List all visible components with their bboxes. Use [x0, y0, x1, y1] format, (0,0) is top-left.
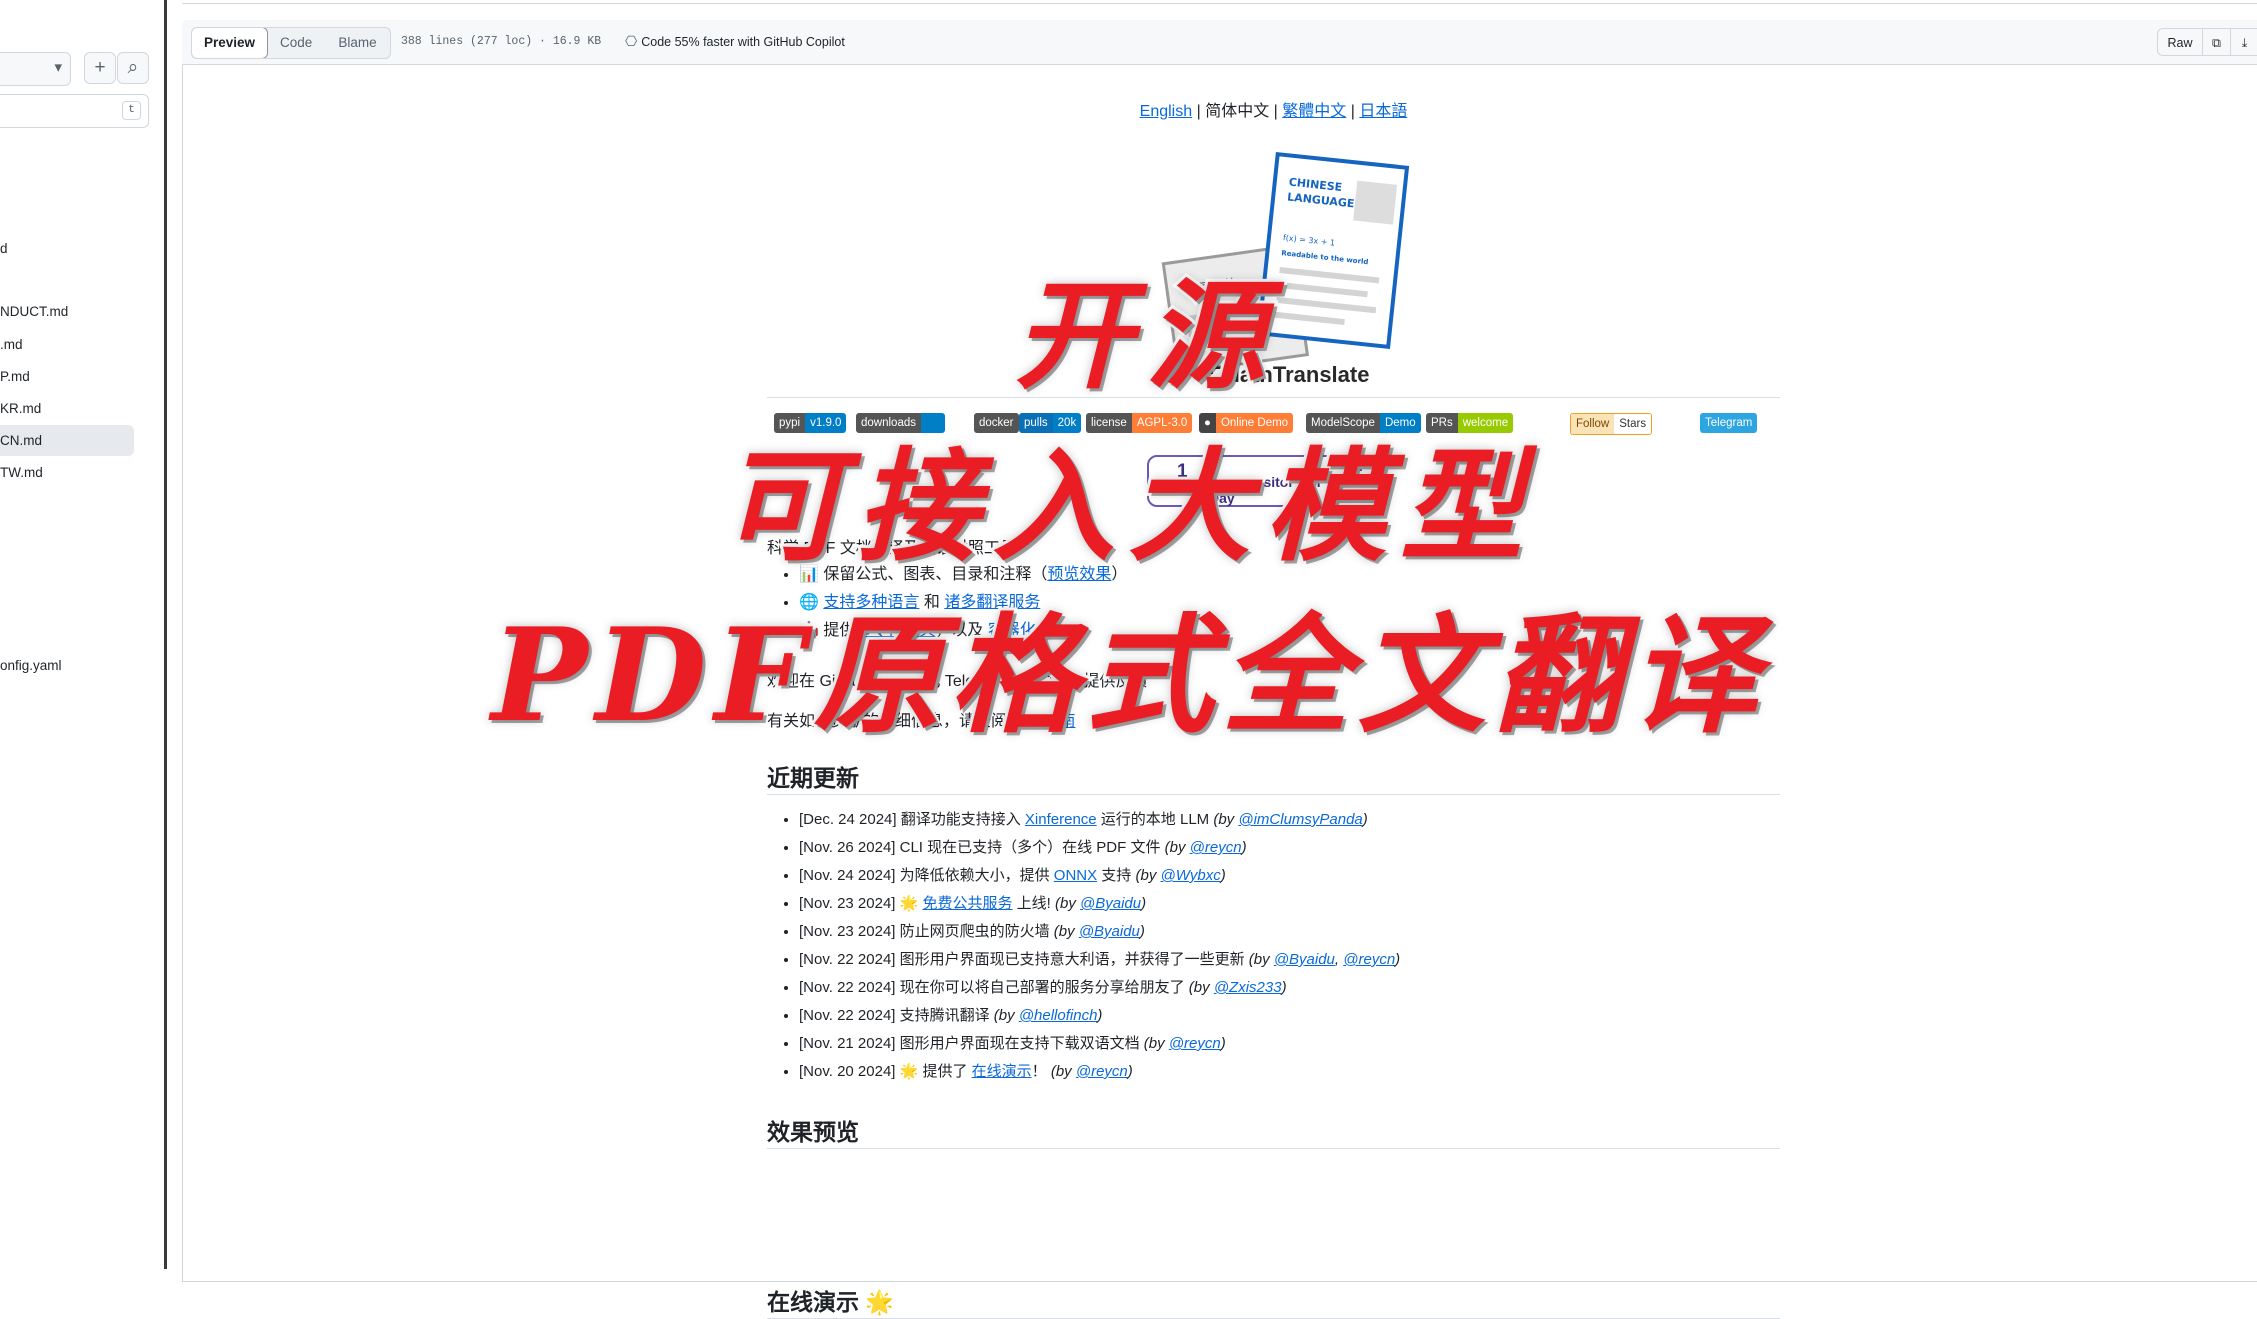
separator: | [1269, 103, 1283, 120]
top-divider [182, 0, 2257, 4]
copilot-text: Code 55% faster with GitHub Copilot [641, 35, 845, 49]
user-link[interactable]: @Wybxc [1161, 867, 1221, 884]
heading-updates: 近期更新 [767, 765, 859, 791]
tab-code[interactable]: Code [267, 28, 325, 58]
copilot-icon: ⎔ [625, 33, 638, 49]
user-link[interactable]: @reycn [1076, 1063, 1128, 1080]
file-stats: 388 lines (277 loc) · 16.9 KB [401, 35, 602, 48]
shortcut-hint: t [122, 101, 141, 120]
list-item: [Nov. 21 2024] 图形用户界面现在支持下载双语文档 (by @rey… [799, 1030, 1400, 1058]
language-switcher: English | 简体中文 | 繁體中文 | 日本語 [767, 97, 1780, 121]
xinference-link[interactable]: Xinference [1025, 811, 1097, 828]
file-header: Preview Code Blame 388 lines (277 loc) ·… [182, 20, 2257, 65]
user-link[interactable]: @Byaidu [1079, 923, 1140, 940]
overlay-text-open-source: 开源 [1011, 263, 1279, 408]
user-link[interactable]: @reycn [1343, 951, 1395, 968]
user-link[interactable]: @reycn [1190, 839, 1242, 856]
copy-button[interactable]: ⧉ [2203, 28, 2231, 56]
view-mode-segmented: Preview Code Blame [191, 27, 391, 59]
heading-preview: 效果预览 [767, 1119, 859, 1145]
list-item: [Nov. 23 2024] 防止网页爬虫的防火墙 (by @Byaidu) [799, 918, 1400, 946]
user-link[interactable]: @Byaidu [1080, 895, 1141, 912]
list-item: [Dec. 24 2024] 翻译功能支持接入 Xinference 运行的本地… [799, 806, 1400, 834]
lang-simplified: 简体中文 [1205, 103, 1270, 120]
user-link[interactable]: @Byaidu [1274, 951, 1335, 968]
branch-select[interactable]: ▾ [0, 52, 71, 86]
user-link[interactable]: @imClumsyPanda [1238, 811, 1362, 828]
heading-divider [767, 794, 1780, 795]
separator: | [1346, 103, 1360, 120]
lang-english-link[interactable]: English [1140, 103, 1192, 120]
search-button[interactable]: ⌕ [117, 52, 149, 84]
updates-list: [Dec. 24 2024] 翻译功能支持接入 Xinference 运行的本地… [767, 806, 1400, 1086]
list-item: [Nov. 20 2024] 🌟 提供了 在线演示！ (by @reycn) [799, 1058, 1400, 1086]
overlay-text-pdf-translate: PDF原格式全文翻译 [488, 598, 1766, 754]
plus-icon: + [94, 57, 106, 78]
download-button[interactable]: ⤓ [2231, 28, 2257, 56]
heading-online-demo: 在线演示 🌟 [767, 1289, 895, 1315]
public-service-link[interactable]: 免费公共服务 [922, 895, 1012, 912]
overlay-text-llm: 可接入大模型 [718, 431, 1537, 581]
user-link[interactable]: @reycn [1169, 1035, 1221, 1052]
search-icon: ⌕ [127, 57, 139, 78]
download-icon: ⤓ [2241, 36, 2248, 50]
list-item: [Nov. 26 2024] CLI 现在已支持（多个）在线 PDF 文件 (b… [799, 834, 1400, 862]
online-demo-link[interactable]: 在线演示 [972, 1063, 1032, 1080]
raw-button[interactable]: Raw [2157, 28, 2203, 56]
chevron-down-icon: ▾ [54, 59, 62, 76]
list-item: [Nov. 23 2024] 🌟 免费公共服务 上线! (by @Byaidu) [799, 890, 1400, 918]
filter-files-input[interactable]: t [0, 94, 149, 128]
add-file-button[interactable]: + [84, 52, 116, 84]
tab-preview[interactable]: Preview [191, 28, 269, 58]
lang-traditional-link[interactable]: 繁體中文 [1282, 103, 1346, 120]
list-item: [Nov. 24 2024] 为降低依赖大小，提供 ONNX 支持 (by @W… [799, 862, 1400, 890]
copilot-promo[interactable]: ⎔ Code 55% faster with GitHub Copilot [625, 33, 845, 50]
separator: | [1192, 103, 1206, 120]
onnx-link[interactable]: ONNX [1054, 867, 1097, 884]
copy-icon: ⧉ [2212, 36, 2221, 50]
user-link[interactable]: @Zxis233 [1214, 979, 1282, 996]
lang-japanese-link[interactable]: 日本語 [1359, 103, 1407, 120]
tab-blame[interactable]: Blame [325, 28, 389, 58]
list-item: [Nov. 22 2024] 图形用户界面现已支持意大利语，并获得了一些更新 (… [799, 946, 1400, 974]
list-item: [Nov. 22 2024] 支持腾讯翻译 (by @hellofinch) [799, 1002, 1400, 1030]
user-link[interactable]: @hellofinch [1019, 1007, 1098, 1024]
list-item: [Nov. 22 2024] 现在你可以将自己部署的服务分享给朋友了 (by @… [799, 974, 1400, 1002]
heading-divider [767, 1148, 1780, 1149]
